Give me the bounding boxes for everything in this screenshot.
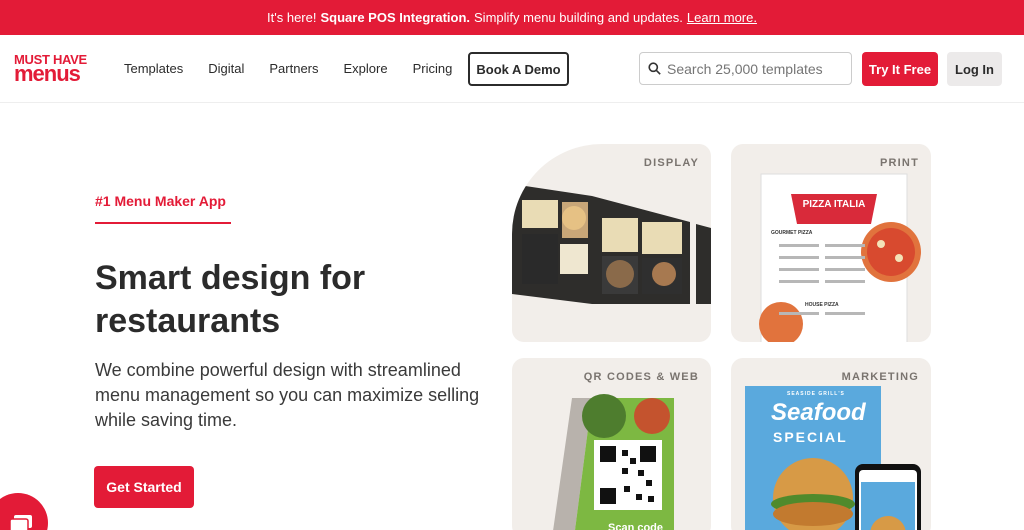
nav-explore[interactable]: Explore (344, 61, 388, 76)
menu-section-house: HOUSE PIZZA (805, 302, 839, 308)
menu-title: PIZZA ITALIA (802, 199, 866, 210)
print-menu-illustration (759, 173, 921, 342)
card-qr-codes-web[interactable]: QR CODES & WEB Scan code (512, 358, 711, 530)
search-input[interactable] (667, 60, 847, 77)
menu-section-gourmet: GOURMET PIZZA (771, 230, 813, 236)
banner-text: Simplify menu building and updates. (474, 10, 683, 25)
qr-tent-illustration (553, 394, 674, 530)
eyebrow-underline (95, 222, 231, 224)
card-display[interactable]: DISPLAY (512, 144, 711, 342)
get-started-button[interactable]: Get Started (94, 466, 194, 508)
announcement-banner: It's here! Square POS Integration. Simpl… (0, 0, 1024, 35)
chat-icon (9, 515, 32, 530)
banner-learn-more-link[interactable]: Learn more. (687, 10, 757, 25)
search-icon (648, 62, 661, 75)
log-in-button[interactable]: Log In (947, 52, 1002, 86)
poster-small-text: SEASIDE GRILL'S (787, 391, 845, 397)
search-box[interactable] (639, 52, 852, 85)
hero-eyebrow: #1 Menu Maker App (95, 193, 226, 209)
nav-links: Templates Digital Partners Explore Prici… (124, 61, 477, 76)
hero-headline: Smart design for restaurants (95, 259, 366, 340)
try-it-free-button[interactable]: Try It Free (862, 52, 938, 86)
hero-section: #1 Menu Maker App Smart design for resta… (0, 103, 1024, 530)
digital-screens-illustration (512, 184, 711, 304)
banner-prefix: It's here! (267, 10, 317, 25)
chat-widget-button[interactable] (0, 493, 48, 530)
card-print[interactable]: PRINT PIZZA ITALIA GOURMET PIZZA HOUSE P… (731, 144, 931, 342)
poster-title: Seafood (771, 399, 866, 426)
book-demo-button[interactable]: Book A Demo (468, 52, 569, 86)
card-marketing[interactable]: MARKETING SEASIDE GRILL'S Seafood SPECIA… (731, 358, 931, 530)
nav-partners[interactable]: Partners (269, 61, 318, 76)
logo[interactable]: MUST HAVE menus (14, 53, 104, 85)
banner-highlight: Square POS Integration. (320, 10, 471, 25)
nav-templates[interactable]: Templates (124, 61, 183, 76)
nav-digital[interactable]: Digital (208, 61, 244, 76)
nav-pricing[interactable]: Pricing (413, 61, 453, 76)
hero-subtext: We combine powerful design with streamli… (95, 360, 480, 430)
poster-subtitle: SPECIAL (773, 429, 848, 445)
top-navigation: MUST HAVE menus Templates Digital Partne… (0, 35, 1024, 103)
qr-caption: Scan code (608, 522, 664, 530)
logo-line2: menus (14, 60, 81, 86)
